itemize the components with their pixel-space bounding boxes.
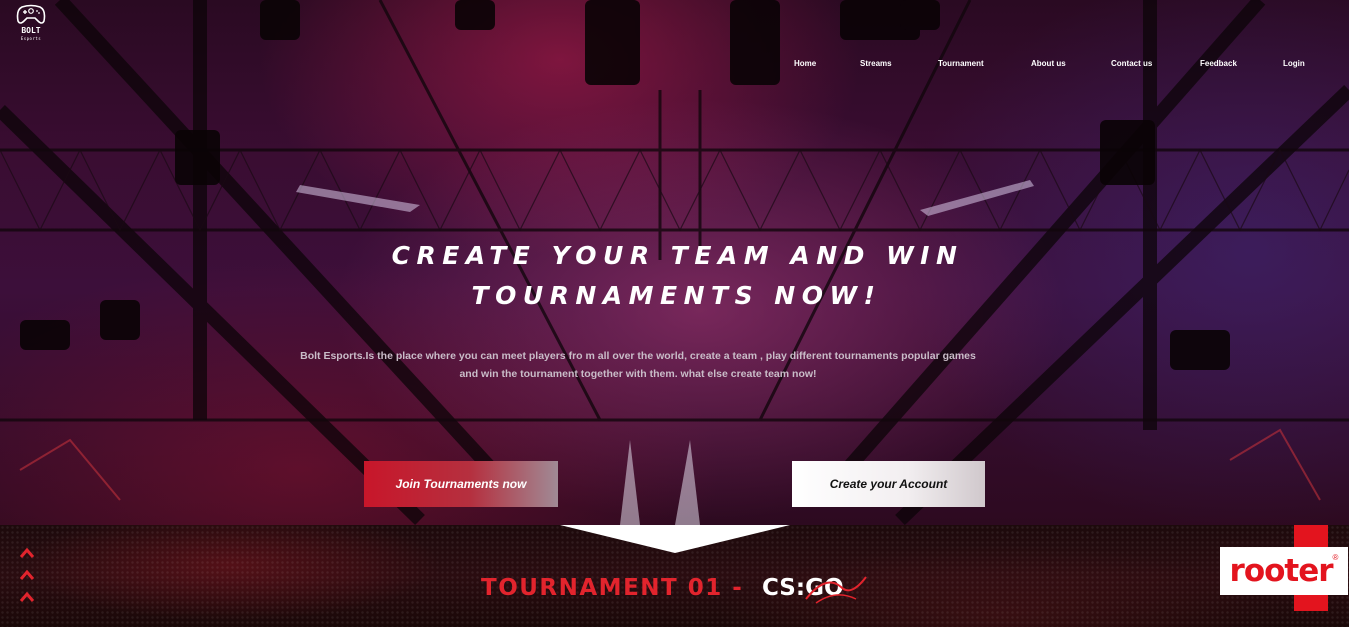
bolt-esports-logo[interactable]: BOLT Esports (16, 4, 46, 44)
sponsor-name: rooter (1229, 553, 1334, 589)
logo-subtitle: Esports (20, 36, 42, 41)
nav-about-us[interactable]: About us (1031, 59, 1066, 68)
nav-tournament[interactable]: Tournament (938, 59, 984, 68)
registered-mark-icon: ® (1332, 553, 1339, 562)
nav-home[interactable]: Home (794, 59, 816, 68)
hero-headline-line-1: CREATE YOUR TEAM AND WIN (391, 241, 964, 270)
tournament-title: TOURNAMENT 01 - (481, 575, 744, 601)
csgo-swirl-icon (805, 576, 867, 604)
hero-description-line-1: Bolt Esports.Is the place where you can … (300, 350, 976, 362)
nav-login[interactable]: Login (1283, 59, 1305, 68)
main-nav: Home Streams Tournament About us Contact… (0, 59, 1349, 71)
hero-description-line-2: and win the tournament together with the… (459, 368, 817, 380)
nav-streams[interactable]: Streams (860, 59, 892, 68)
hero-section: BOLT Esports Home Streams Tournament Abo… (0, 0, 1349, 525)
nav-contact-us[interactable]: Contact us (1111, 59, 1152, 68)
hero-headline: CREATE YOUR TEAM AND WIN TOURNAMENTS NOW… (0, 236, 1349, 316)
tournament-banner[interactable]: TOURNAMENT 01 - CS:GO rooter ® (0, 525, 1349, 627)
banner-notch (560, 525, 790, 553)
hero-description: Bolt Esports.Is the place where you can … (250, 347, 1026, 383)
sponsor-logo[interactable]: rooter ® (1220, 547, 1348, 595)
gamepad-icon (16, 4, 46, 24)
join-tournaments-button[interactable]: Join Tournaments now (364, 461, 558, 507)
chevron-up-icon (19, 547, 35, 602)
create-account-button[interactable]: Create your Account (792, 461, 985, 507)
logo-wordmark: BOLT (21, 26, 41, 35)
nav-feedback[interactable]: Feedback (1200, 59, 1237, 68)
hero-headline-line-2: TOURNAMENTS NOW! (471, 281, 882, 310)
